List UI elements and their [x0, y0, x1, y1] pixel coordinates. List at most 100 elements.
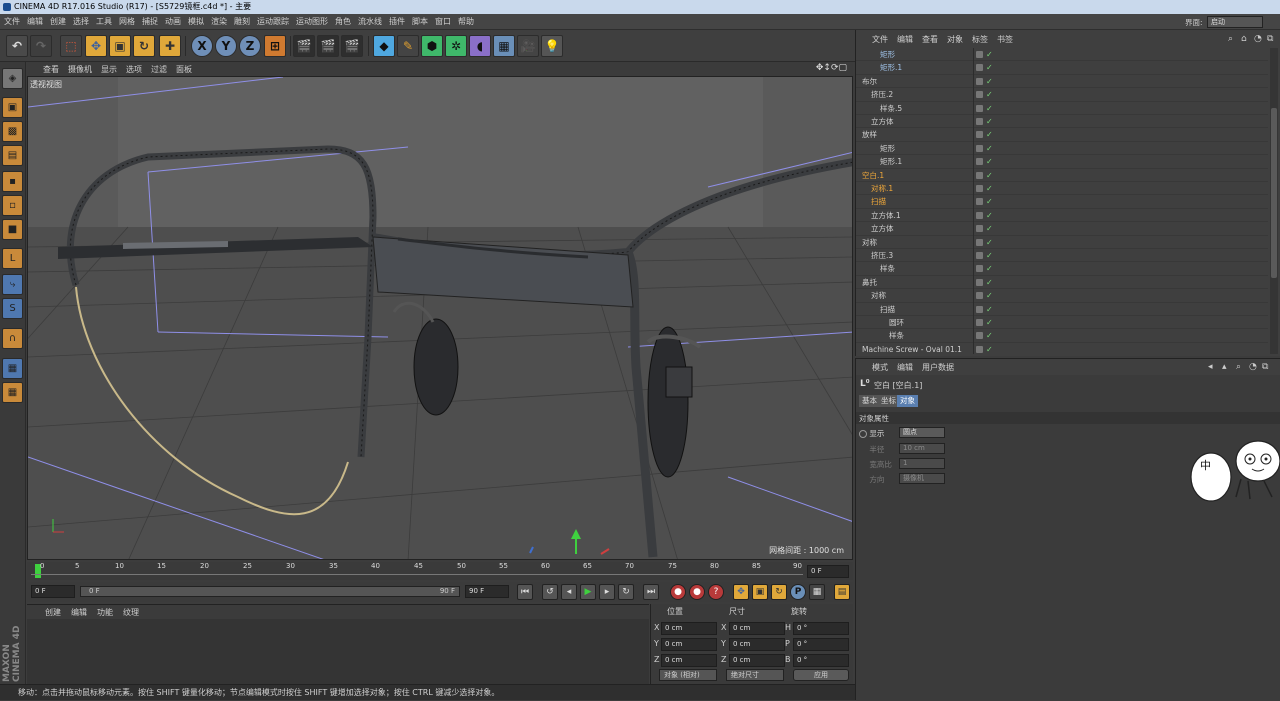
layer-tag-icon[interactable]: [976, 64, 983, 72]
om-search-icon[interactable]: ⌕: [1228, 34, 1233, 44]
enabled-check-icon[interactable]: ✓: [986, 169, 993, 182]
attr-menu-edit[interactable]: 编辑: [897, 362, 913, 373]
axis-mode-icon[interactable]: L: [2, 248, 23, 269]
om-menu-file[interactable]: 文件: [872, 34, 888, 48]
play-icon[interactable]: ▶: [580, 584, 596, 600]
object-row[interactable]: 挤压.3 ✓: [856, 249, 1268, 263]
enabled-check-icon[interactable]: ✓: [986, 155, 993, 168]
previous-key-icon[interactable]: ↺: [542, 584, 558, 600]
tab-object[interactable]: 对象: [897, 395, 918, 407]
viewport-menu-filter[interactable]: 过滤: [151, 64, 167, 75]
layer-tag-icon[interactable]: [976, 252, 983, 259]
menu-simulate[interactable]: 模拟: [188, 16, 204, 27]
menu-snap[interactable]: 捕捉: [142, 16, 158, 27]
object-row[interactable]: 对称.1 ✓: [856, 182, 1268, 196]
layer-tag-icon[interactable]: [976, 91, 983, 99]
enabled-check-icon[interactable]: ✓: [986, 343, 993, 354]
size-y-field[interactable]: 0 cm: [729, 638, 785, 651]
enabled-check-icon[interactable]: ✓: [986, 182, 993, 195]
om-menu-edit[interactable]: 编辑: [897, 34, 913, 48]
floor-icon[interactable]: ▦: [493, 35, 515, 57]
object-row[interactable]: 挤压.2 ✓: [856, 88, 1268, 103]
object-row[interactable]: 布尔 ✓: [856, 74, 1268, 89]
object-tree-scrollbar[interactable]: [1270, 48, 1278, 354]
attr-menu-mode[interactable]: 模式: [872, 362, 888, 373]
object-tree-scroll-thumb[interactable]: [1271, 108, 1277, 278]
x-axis-icon[interactable]: X: [191, 35, 213, 57]
rot-p-field[interactable]: 0 °: [793, 638, 849, 651]
attr-up-icon[interactable]: ▴: [1222, 362, 1227, 372]
layer-tag-icon[interactable]: [976, 319, 983, 326]
key-position-icon[interactable]: ✥: [733, 584, 749, 600]
key-rotation-icon[interactable]: ↻: [771, 584, 787, 600]
object-row[interactable]: 立方体.1 ✓: [856, 208, 1268, 223]
layer-tag-icon[interactable]: [976, 198, 983, 206]
layer-tag-icon[interactable]: [976, 77, 983, 85]
light-icon[interactable]: 💡: [541, 35, 563, 57]
om-lock-icon[interactable]: ◔: [1254, 34, 1262, 44]
size-z-field[interactable]: 0 cm: [729, 654, 785, 667]
viewport-menu-display[interactable]: 显示: [101, 64, 117, 75]
object-row[interactable]: 扫描 ✓: [856, 302, 1268, 317]
move-icon[interactable]: ✥: [85, 35, 107, 57]
layer-tag-icon[interactable]: [976, 144, 983, 152]
snap-icon[interactable]: S: [2, 298, 23, 319]
redo-icon[interactable]: ↷: [30, 35, 52, 57]
points-mode-icon[interactable]: ▪: [2, 171, 23, 192]
viewport-menu-options[interactable]: 选项: [126, 64, 142, 75]
enabled-check-icon[interactable]: ✓: [986, 236, 993, 249]
pos-z-field[interactable]: 0 cm: [661, 654, 717, 667]
frame-range-slider[interactable]: 0 F 90 F: [80, 586, 460, 597]
layer-tag-icon[interactable]: [976, 345, 983, 353]
layer-tag-icon[interactable]: [976, 131, 983, 139]
menu-script[interactable]: 脚本: [412, 16, 428, 27]
next-frame-icon[interactable]: ▸: [599, 584, 615, 600]
workplane-icon[interactable]: ▤: [2, 145, 23, 166]
layer-tag-icon[interactable]: [976, 171, 983, 179]
enabled-check-icon[interactable]: ✓: [986, 209, 993, 222]
key-scale-icon[interactable]: ▣: [752, 584, 768, 600]
aspect-field[interactable]: 1: [899, 458, 945, 469]
z-axis-icon[interactable]: Z: [239, 35, 261, 57]
om-new-window-icon[interactable]: ⧉: [1267, 34, 1273, 44]
menu-file[interactable]: 文件: [4, 16, 20, 27]
layer-tag-icon[interactable]: [976, 265, 983, 273]
material-manager[interactable]: 创建 编辑 功能 纹理: [27, 604, 649, 684]
layer-tag-icon[interactable]: [976, 332, 983, 340]
layer-tag-icon[interactable]: [976, 238, 983, 246]
object-row[interactable]: 矩形.1 ✓: [856, 155, 1268, 170]
size-mode-select[interactable]: 绝对尺寸: [726, 669, 784, 681]
y-axis-icon[interactable]: Y: [215, 35, 237, 57]
enabled-check-icon[interactable]: ✓: [986, 262, 993, 275]
material-menu-create[interactable]: 创建: [45, 607, 61, 618]
timeline-ruler[interactable]: 0 5 10 15 20 25 30 35 40 45 50 55 60 65 …: [27, 562, 853, 580]
tab-basic[interactable]: 基本: [859, 395, 880, 407]
viewport-menu-panel[interactable]: 面板: [176, 64, 192, 75]
display-select[interactable]: 圆点: [899, 427, 945, 438]
enabled-check-icon[interactable]: ✓: [986, 316, 993, 329]
coord-mode-select[interactable]: 对象 (相对): [659, 669, 717, 681]
enabled-check-icon[interactable]: ✓: [986, 115, 993, 128]
enabled-check-icon[interactable]: ✓: [986, 75, 993, 88]
animate-radio-icon[interactable]: [859, 430, 867, 438]
go-to-start-icon[interactable]: ⏮: [517, 584, 533, 600]
object-row[interactable]: 对称 ✓: [856, 235, 1268, 250]
menu-tools[interactable]: 工具: [96, 16, 112, 27]
om-home-icon[interactable]: ⌂: [1241, 34, 1247, 44]
coordinate-system-icon[interactable]: ⊞: [264, 35, 286, 57]
menu-window[interactable]: 窗口: [435, 16, 451, 27]
end-frame-field[interactable]: 90 F: [465, 585, 509, 598]
menu-pipeline[interactable]: 流水线: [358, 16, 382, 27]
render-view-icon[interactable]: 🎬: [293, 35, 315, 57]
viewport-navigation-icons[interactable]: ✥↕⟳▢: [816, 63, 847, 73]
apply-button[interactable]: 应用: [793, 669, 849, 681]
edges-mode-icon[interactable]: ▫: [2, 195, 23, 216]
enabled-check-icon[interactable]: ✓: [986, 276, 993, 289]
camera-icon[interactable]: 🎥: [517, 35, 539, 57]
om-menu-view[interactable]: 查看: [922, 34, 938, 48]
planar-workplane-icon[interactable]: ▦: [2, 382, 23, 403]
previous-frame-icon[interactable]: ◂: [561, 584, 577, 600]
menu-help[interactable]: 帮助: [458, 16, 474, 27]
object-row[interactable]: 矩形 ✓: [856, 48, 1268, 62]
subdivision-icon[interactable]: ⬢: [421, 35, 443, 57]
